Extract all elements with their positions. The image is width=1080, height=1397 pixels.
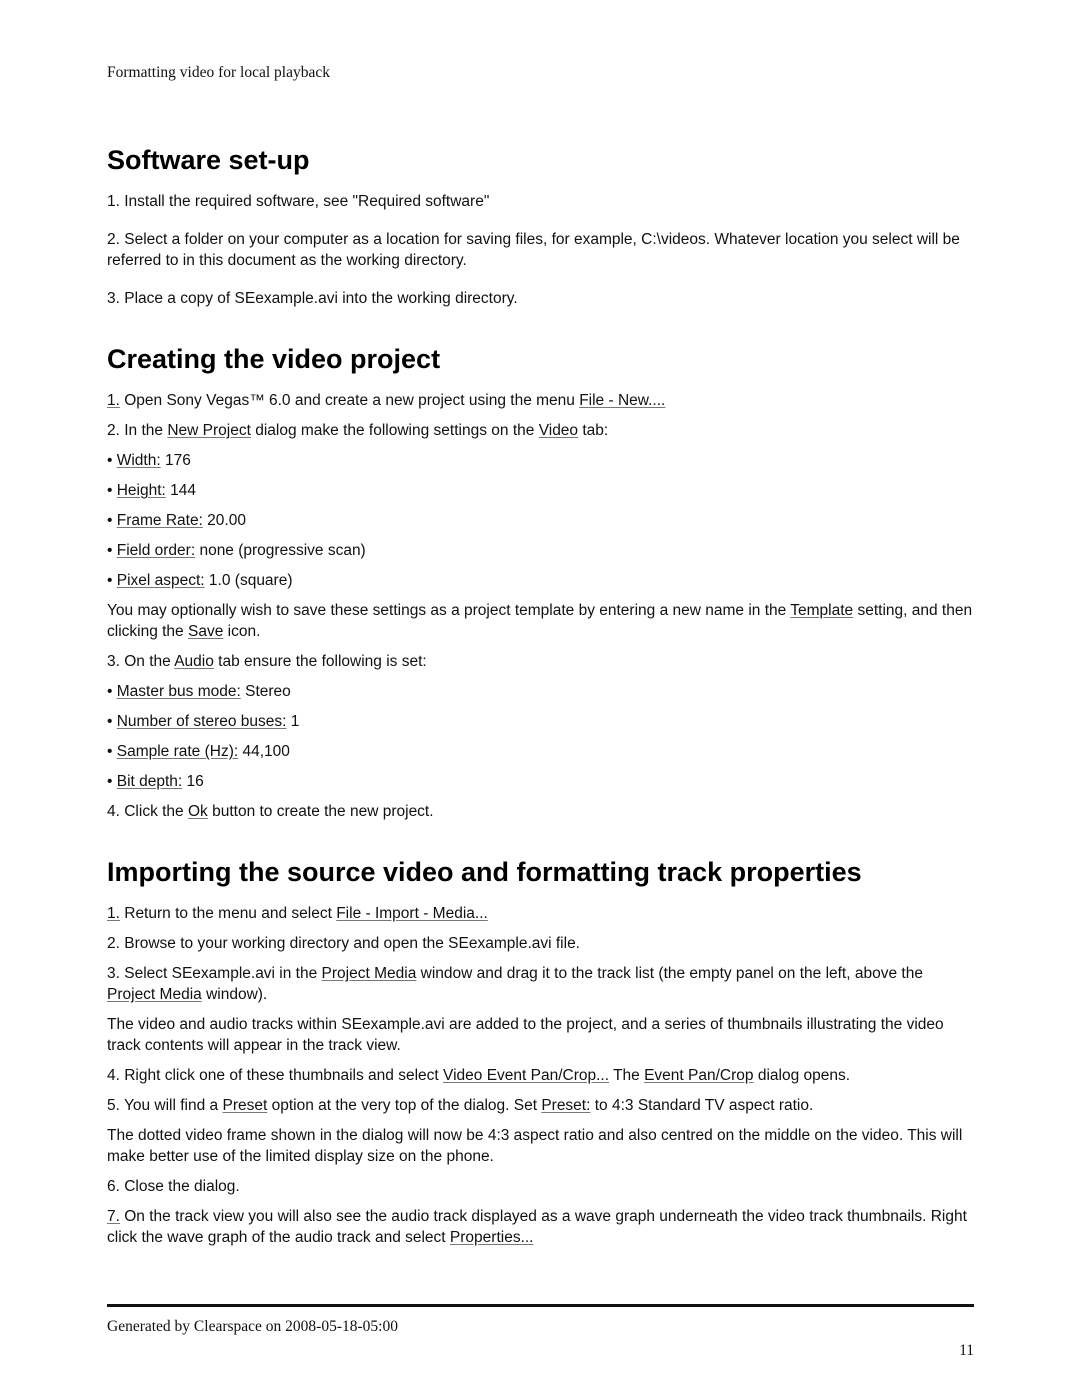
- setting-label-link[interactable]: Height:: [117, 482, 166, 499]
- list-item: • Field order: none (progressive scan): [107, 542, 366, 559]
- template-link[interactable]: Template: [790, 602, 853, 619]
- list-item: • Number of stereo buses: 1: [107, 713, 300, 730]
- bullet-icon: •: [107, 572, 117, 589]
- bullet-icon: •: [107, 482, 117, 499]
- import-note-aspect: The dotted video frame shown in the dial…: [107, 1127, 963, 1165]
- video-settings-list: • Width: 176 • Height: 144 • Frame Rate:…: [107, 450, 974, 591]
- ok-link[interactable]: Ok: [188, 803, 208, 820]
- bullet-icon: •: [107, 542, 117, 559]
- setting-label-link[interactable]: Master bus mode:: [117, 683, 241, 700]
- setting-label-link[interactable]: Frame Rate:: [117, 512, 203, 529]
- project-media-link[interactable]: Project Media: [322, 965, 417, 982]
- bullet-icon: •: [107, 773, 117, 790]
- step-anchor-link[interactable]: 1.: [107, 392, 120, 409]
- setting-label-link[interactable]: Pixel aspect:: [117, 572, 205, 589]
- list-item: • Bit depth: 16: [107, 773, 204, 790]
- list-item: • Width: 176: [107, 452, 191, 469]
- list-item: • Pixel aspect: 1.0 (square): [107, 572, 293, 589]
- setup-step-1: 1. Install the required software, see "R…: [107, 193, 490, 210]
- project-media-link[interactable]: Project Media: [107, 986, 202, 1003]
- preset-setting-link[interactable]: Preset:: [541, 1097, 590, 1114]
- section-importing-video: Importing the source video and formattin…: [107, 855, 974, 1248]
- video-tab-link[interactable]: Video: [539, 422, 578, 439]
- list-item: • Frame Rate: 20.00: [107, 512, 246, 529]
- setting-label-link[interactable]: Sample rate (Hz):: [117, 743, 238, 760]
- document-body: Software set-up 1. Install the required …: [107, 143, 974, 1257]
- import-note-tracks: The video and audio tracks within SEexam…: [107, 1016, 944, 1054]
- import-step-7: 7. On the track view you will also see t…: [107, 1208, 967, 1246]
- bullet-icon: •: [107, 683, 117, 700]
- new-project-link[interactable]: New Project: [167, 422, 251, 439]
- setting-label-link[interactable]: Bit depth:: [117, 773, 183, 790]
- setting-label-link[interactable]: Field order:: [117, 542, 195, 559]
- list-item: • Master bus mode: Stereo: [107, 683, 291, 700]
- section-software-setup: Software set-up 1. Install the required …: [107, 143, 974, 309]
- create-step-1: 1. Open Sony Vegas™ 6.0 and create a new…: [107, 392, 666, 409]
- bullet-icon: •: [107, 452, 117, 469]
- list-item: • Sample rate (Hz): 44,100: [107, 743, 290, 760]
- section-heading: Creating the video project: [107, 344, 441, 374]
- create-step-4: 4. Click the Ok button to create the new…: [107, 803, 434, 820]
- setup-step-2: 2. Select a folder on your computer as a…: [107, 231, 960, 269]
- footer-generated-text: Generated by Clearspace on 2008-05-18-05…: [107, 1318, 398, 1335]
- event-pan-crop-link[interactable]: Event Pan/Crop: [644, 1067, 753, 1084]
- section-heading: Importing the source video and formattin…: [107, 857, 862, 887]
- step-anchor-link[interactable]: 1.: [107, 905, 120, 922]
- footer-divider: [107, 1304, 974, 1307]
- import-step-3: 3. Select SEexample.avi in the Project M…: [107, 965, 923, 1003]
- setup-step-3: 3. Place a copy of SEexample.avi into th…: [107, 290, 518, 307]
- running-header: Formatting video for local playback: [107, 64, 330, 81]
- preset-link[interactable]: Preset: [222, 1097, 267, 1114]
- bullet-icon: •: [107, 713, 117, 730]
- import-step-1: 1. Return to the menu and select File - …: [107, 905, 488, 922]
- create-step-3: 3. On the Audio tab ensure the following…: [107, 653, 427, 670]
- setting-label-link[interactable]: Number of stereo buses:: [117, 713, 287, 730]
- save-link[interactable]: Save: [188, 623, 223, 640]
- list-item: • Height: 144: [107, 482, 197, 499]
- import-step-4: 4. Right click one of these thumbnails a…: [107, 1067, 851, 1084]
- audio-tab-link[interactable]: Audio: [174, 653, 214, 670]
- file-new-link[interactable]: File - New....: [579, 392, 665, 409]
- setting-label-link[interactable]: Width:: [117, 452, 161, 469]
- properties-link[interactable]: Properties...: [450, 1229, 534, 1246]
- section-creating-project: Creating the video project 1. Open Sony …: [107, 342, 974, 822]
- page-number: 11: [959, 1342, 974, 1359]
- create-step-2: 2. In the New Project dialog make the fo…: [107, 422, 609, 439]
- video-event-pan-crop-link[interactable]: Video Event Pan/Crop...: [443, 1067, 609, 1084]
- section-heading: Software set-up: [107, 145, 310, 175]
- step-anchor-link[interactable]: 7.: [107, 1208, 120, 1225]
- import-step-5: 5. You will find a Preset option at the …: [107, 1097, 814, 1114]
- bullet-icon: •: [107, 743, 117, 760]
- audio-settings-list: • Master bus mode: Stereo • Number of st…: [107, 681, 974, 792]
- import-step-6: 6. Close the dialog.: [107, 1178, 240, 1195]
- bullet-icon: •: [107, 512, 117, 529]
- file-import-media-link[interactable]: File - Import - Media...: [336, 905, 488, 922]
- template-note: You may optionally wish to save these se…: [107, 602, 973, 640]
- import-step-2: 2. Browse to your working directory and …: [107, 935, 580, 952]
